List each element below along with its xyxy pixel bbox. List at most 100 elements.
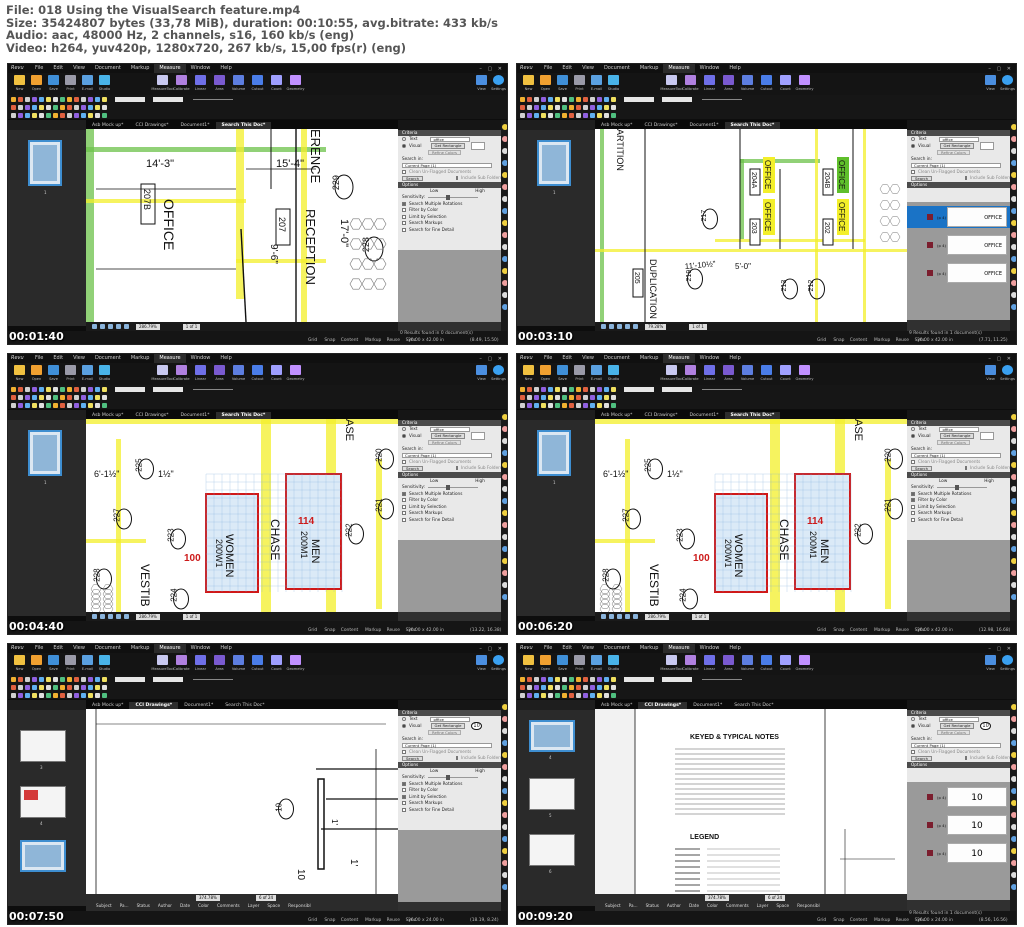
get-rectangle-button[interactable]: Get Rectangle xyxy=(430,723,466,729)
zoom-level[interactable]: 374.78% xyxy=(196,895,220,901)
tool-icon[interactable] xyxy=(604,96,609,102)
tool-icon[interactable] xyxy=(541,402,546,408)
tool-chest-icon[interactable] xyxy=(502,426,507,432)
document-tab[interactable]: Asb Mock up* xyxy=(86,122,129,129)
tool-icon[interactable] xyxy=(611,692,616,698)
tool-icon[interactable] xyxy=(11,96,16,102)
tool-icon[interactable] xyxy=(527,692,532,698)
tool-icon[interactable] xyxy=(11,684,16,690)
window-controls[interactable]: – ▢ ✕ xyxy=(479,356,507,362)
option-checkbox[interactable] xyxy=(402,517,406,522)
tool-icon[interactable] xyxy=(583,684,588,690)
ribbon-button-calibrate[interactable]: Calibrate xyxy=(172,653,191,675)
tool-icon[interactable] xyxy=(18,394,23,400)
document-tab[interactable]: CCI Drawings* xyxy=(129,702,179,709)
tool-icon[interactable] xyxy=(95,96,100,102)
menu-item-markup[interactable]: Markup xyxy=(126,354,155,363)
tool-chest-icon[interactable] xyxy=(1011,594,1016,600)
tool-icon[interactable] xyxy=(95,692,100,698)
ribbon-button-count[interactable]: Count xyxy=(776,653,795,675)
clean-checkbox[interactable] xyxy=(911,749,915,754)
tool-icon[interactable] xyxy=(562,692,567,698)
tool-icon[interactable] xyxy=(534,96,539,102)
menu-item-document[interactable]: Document xyxy=(90,354,126,363)
ribbon-button-calibrate[interactable]: Calibrate xyxy=(172,73,191,95)
ribbon-button-new[interactable]: New xyxy=(520,653,537,675)
tool-icon[interactable] xyxy=(597,684,602,690)
ribbon-button-settings[interactable]: Settings xyxy=(490,73,507,95)
ribbon-button-geometry[interactable]: Geometry xyxy=(795,653,814,675)
visual-radio[interactable] xyxy=(911,143,915,148)
option-checkbox[interactable] xyxy=(911,491,915,496)
option-checkbox[interactable] xyxy=(402,807,406,812)
tool-icon[interactable] xyxy=(46,112,51,118)
text-radio[interactable] xyxy=(911,717,915,722)
page-thumbnail[interactable] xyxy=(529,834,575,866)
menu-item-window[interactable]: Window xyxy=(186,644,216,653)
nav-tool-icon[interactable] xyxy=(625,614,630,619)
ribbon-button-volume[interactable]: Volume xyxy=(738,73,757,95)
status-toggle-grid[interactable]: Grid xyxy=(817,338,826,343)
tool-icon[interactable] xyxy=(88,112,93,118)
option-checkbox[interactable] xyxy=(402,221,406,226)
ribbon-button-new[interactable]: New xyxy=(11,73,28,95)
visual-radio[interactable] xyxy=(911,433,915,438)
menu-item-file[interactable]: File xyxy=(539,64,557,73)
search-query-input[interactable]: office xyxy=(430,136,471,142)
tool-icon[interactable] xyxy=(81,394,86,400)
get-rectangle-button[interactable]: Get Rectangle xyxy=(430,143,466,149)
tool-icon[interactable] xyxy=(46,676,51,682)
ribbon-button-cutout[interactable]: Cutout xyxy=(248,653,267,675)
tool-icon[interactable] xyxy=(81,676,86,682)
line-style-icon[interactable] xyxy=(193,98,233,100)
tool-icon[interactable] xyxy=(67,394,72,400)
ribbon-button-open[interactable]: Open xyxy=(28,73,45,95)
ribbon-button-linear[interactable]: Linear xyxy=(191,653,210,675)
ribbon-button-cutout[interactable]: Cutout xyxy=(757,653,776,675)
status-toggle-reuse[interactable]: Reuse xyxy=(896,918,909,923)
menu-item-view[interactable]: View xyxy=(68,64,90,73)
tool-icon[interactable] xyxy=(555,386,560,392)
tool-icon[interactable] xyxy=(604,394,609,400)
tool-icon[interactable] xyxy=(74,692,79,698)
document-tab[interactable]: Document1* xyxy=(684,122,725,129)
tool-icon[interactable] xyxy=(53,692,58,698)
search-query-input[interactable]: office xyxy=(430,716,471,722)
option-row[interactable]: Search for Fine Detail xyxy=(398,227,501,234)
zoom-level[interactable]: 286.79% xyxy=(136,323,160,330)
page-thumbnail[interactable] xyxy=(20,786,66,818)
page-thumbnail[interactable] xyxy=(20,730,66,762)
tool-icon[interactable] xyxy=(534,684,539,690)
markup-column-header[interactable]: Date xyxy=(180,903,190,908)
markup-column-header[interactable]: Responsibl xyxy=(797,903,820,908)
tool-icon[interactable] xyxy=(88,96,93,102)
line-style-icon[interactable] xyxy=(193,388,233,390)
menu-item-file[interactable]: File xyxy=(30,644,48,653)
tool-icon[interactable] xyxy=(597,676,602,682)
tool-icon[interactable] xyxy=(88,394,93,400)
line-style-icon[interactable] xyxy=(702,98,742,100)
tool-icon[interactable] xyxy=(67,402,72,408)
tool-chest-icon[interactable] xyxy=(502,438,507,444)
tool-chest-icon[interactable] xyxy=(502,172,507,178)
ribbon-button-settings[interactable]: Settings xyxy=(999,73,1016,95)
tool-icon[interactable] xyxy=(576,692,581,698)
document-tab[interactable]: CCI Drawings* xyxy=(638,702,688,709)
menu-item-measure[interactable]: Measure xyxy=(154,354,186,363)
tool-icon[interactable] xyxy=(53,112,58,118)
ribbon-button-print[interactable]: Print xyxy=(62,363,79,385)
tool-icon[interactable] xyxy=(534,112,539,118)
status-toggle-snap[interactable]: Snap xyxy=(833,338,844,343)
nav-tool-icon[interactable] xyxy=(116,614,121,619)
nav-tool-icon[interactable] xyxy=(92,324,97,329)
ribbon-button-calibrate[interactable]: Calibrate xyxy=(681,363,700,385)
document-tab[interactable]: CCI Drawings* xyxy=(638,412,683,419)
status-toggle-reuse[interactable]: Reuse xyxy=(387,918,400,923)
tool-chest-icon[interactable] xyxy=(502,292,507,298)
tool-icon[interactable] xyxy=(527,104,532,110)
tool-chest-icon[interactable] xyxy=(502,450,507,456)
menu-item-file[interactable]: File xyxy=(30,354,48,363)
tool-chest-icon[interactable] xyxy=(502,148,507,154)
tool-chest-icon[interactable] xyxy=(1011,788,1016,794)
tool-icon[interactable] xyxy=(32,394,37,400)
